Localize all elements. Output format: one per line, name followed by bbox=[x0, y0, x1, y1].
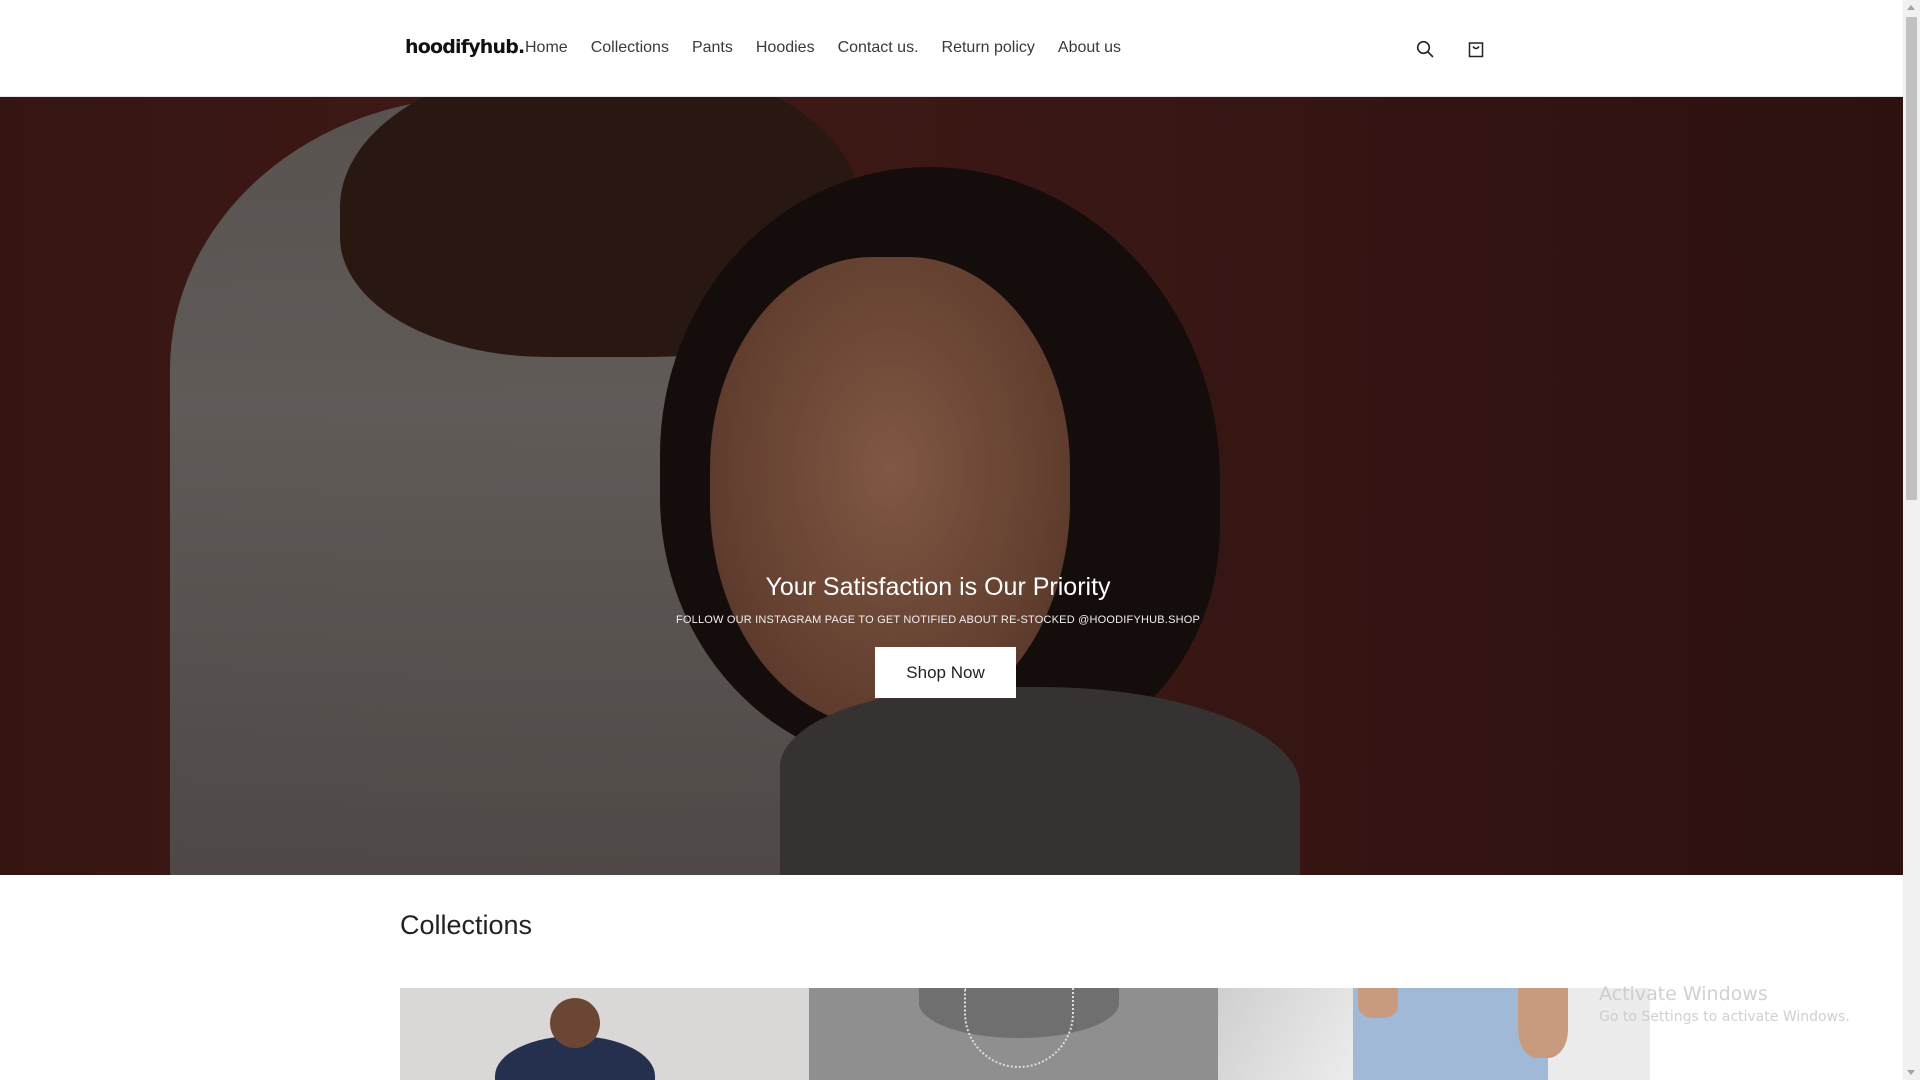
collection-image-hand bbox=[1518, 988, 1568, 1058]
collections-heading: Collections bbox=[400, 910, 533, 940]
nav-hoodies[interactable]: Hoodies bbox=[756, 38, 815, 58]
hero-banner bbox=[0, 97, 1903, 875]
shop-now-button[interactable]: Shop Now bbox=[875, 647, 1016, 698]
nav-contact-us[interactable]: Contact us. bbox=[838, 38, 919, 58]
collection-card-hoodies[interactable] bbox=[400, 988, 809, 1080]
hero-title: Your Satisfaction is Our Priority bbox=[765, 573, 1111, 601]
nav-about-us[interactable]: About us bbox=[1058, 38, 1121, 58]
hero-subtitle: FOLLOW OUR INSTAGRAM PAGE TO GET NOTIFIE… bbox=[675, 614, 1201, 626]
page: hoodifyhub. Home Collections Pants Hoodi… bbox=[0, 0, 1920, 1080]
windows-activation-watermark: Activate Windows Go to Settings to activ… bbox=[1599, 983, 1850, 1025]
collection-image-face bbox=[550, 998, 600, 1048]
vertical-scrollbar[interactable] bbox=[1903, 0, 1920, 1080]
scroll-down-arrow-icon[interactable] bbox=[1907, 1070, 1915, 1075]
collection-image-hand bbox=[1358, 988, 1398, 1018]
collection-image-chain bbox=[964, 988, 1074, 1068]
main-nav: Home Collections Pants Hoodies Contact u… bbox=[525, 38, 1144, 58]
cart-icon bbox=[1468, 42, 1484, 58]
collection-image-shadow bbox=[1218, 988, 1358, 1080]
site-header: hoodifyhub. Home Collections Pants Hoodi… bbox=[0, 0, 1903, 97]
nav-pants[interactable]: Pants bbox=[692, 38, 733, 58]
nav-home[interactable]: Home bbox=[525, 38, 568, 58]
watermark-title: Activate Windows bbox=[1599, 983, 1768, 1005]
hero-overlay bbox=[0, 97, 1903, 875]
collection-card-pants[interactable] bbox=[1218, 988, 1650, 1080]
nav-return-policy[interactable]: Return policy bbox=[942, 38, 1035, 58]
scrollbar-thumb[interactable] bbox=[1906, 17, 1917, 500]
scroll-up-arrow-icon[interactable] bbox=[1907, 5, 1915, 10]
search-button[interactable] bbox=[1413, 37, 1437, 61]
collection-card-accessories[interactable] bbox=[809, 988, 1218, 1080]
cart-button[interactable] bbox=[1464, 37, 1488, 61]
search-icon bbox=[1416, 40, 1434, 58]
site-logo[interactable]: hoodifyhub. bbox=[405, 36, 525, 58]
nav-collections[interactable]: Collections bbox=[591, 38, 669, 58]
watermark-subtitle: Go to Settings to activate Windows. bbox=[1599, 1009, 1850, 1025]
